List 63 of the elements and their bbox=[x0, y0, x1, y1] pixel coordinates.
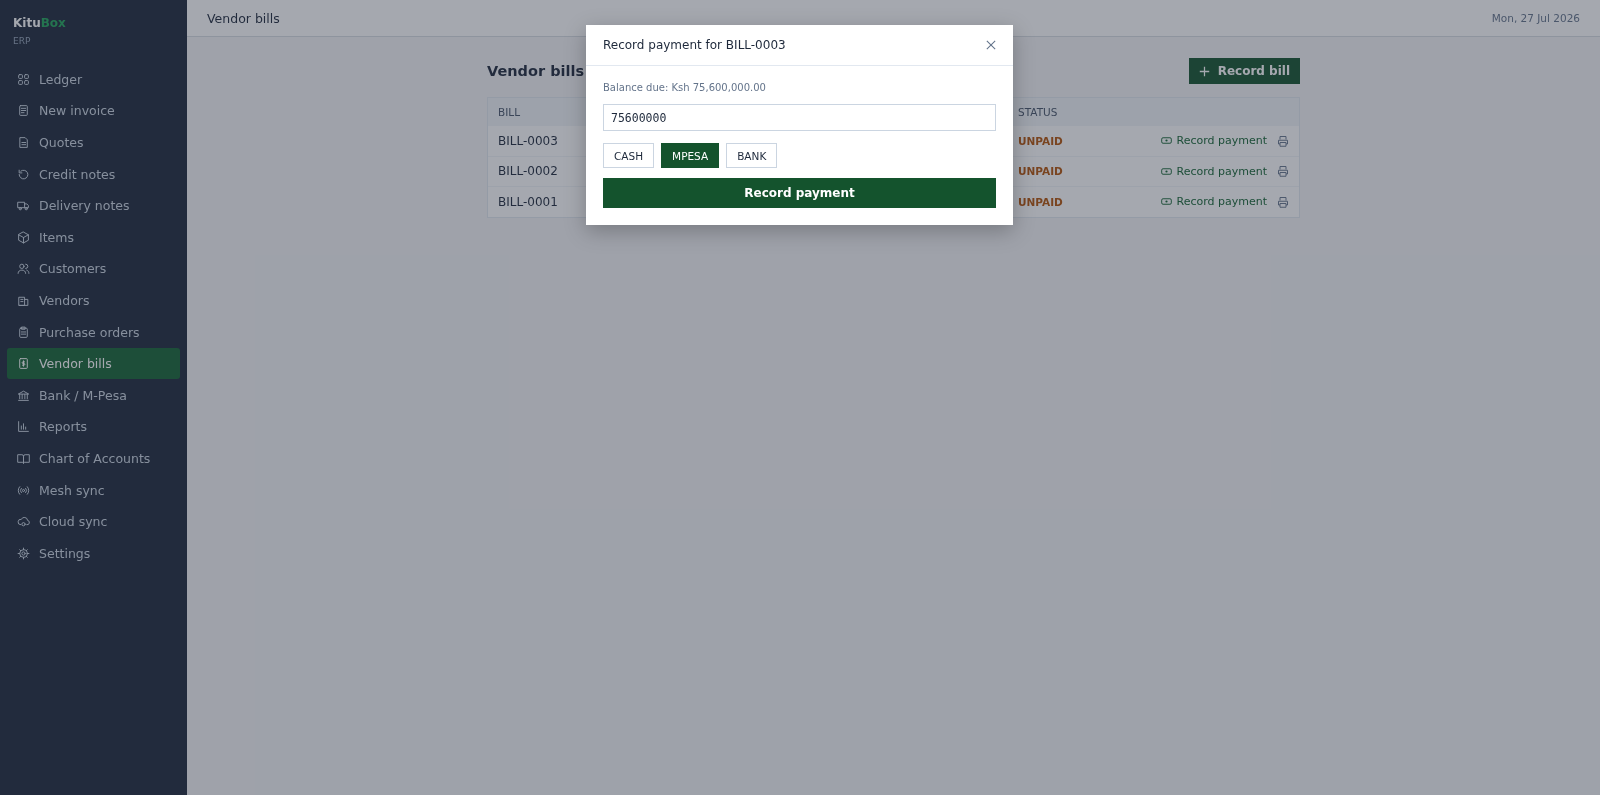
brand-logo: KituBox bbox=[13, 16, 67, 30]
record-payment-link[interactable]: Record payment bbox=[1161, 195, 1267, 209]
sidebar-item[interactable]: Mesh sync bbox=[7, 474, 180, 506]
grid-icon bbox=[17, 72, 30, 86]
column-header: STATUS bbox=[1018, 105, 1058, 118]
signal-icon bbox=[17, 483, 30, 497]
file-icon bbox=[17, 136, 30, 149]
settings-icon bbox=[17, 546, 30, 560]
printer-icon[interactable] bbox=[1277, 134, 1289, 147]
sidebar-item[interactable]: Reports bbox=[7, 411, 180, 443]
plus-icon bbox=[1198, 65, 1210, 77]
sidebar-item[interactable]: Bank / M-Pesa bbox=[7, 379, 180, 411]
table-cell: BILL-0003 bbox=[498, 133, 558, 148]
sidebar-item[interactable]: Chart of Accounts bbox=[7, 443, 180, 474]
printer-icon[interactable] bbox=[1277, 196, 1289, 208]
sidebar-item[interactable]: Credit notes bbox=[7, 158, 180, 190]
sidebar-item[interactable]: Quotes bbox=[7, 127, 180, 158]
brand-subtitle: ERP bbox=[13, 36, 32, 46]
printer-icon[interactable] bbox=[1277, 165, 1289, 178]
balance-due-text: Balance due: Ksh 75,600,000.00 bbox=[603, 82, 767, 93]
status-label: UNPAID bbox=[1018, 165, 1063, 178]
box-icon bbox=[17, 230, 30, 244]
sidebar-item[interactable]: Vendor bills bbox=[7, 348, 180, 379]
cash-icon bbox=[1161, 136, 1173, 146]
clipboard-icon bbox=[17, 325, 30, 339]
rotate-icon bbox=[17, 167, 30, 181]
dialog-title: Record payment for BILL-0003 bbox=[603, 38, 786, 52]
close-icon[interactable] bbox=[986, 40, 996, 50]
record-payment-link[interactable]: Record payment bbox=[1161, 164, 1267, 178]
payment-method-option[interactable]: CASH bbox=[603, 143, 655, 168]
payment-method-option[interactable]: MPESA bbox=[661, 143, 720, 168]
page-title: Vendor bills bbox=[487, 63, 585, 79]
record-payment-button[interactable]: Record payment bbox=[603, 178, 996, 208]
sidebar-item[interactable]: Purchase orders bbox=[7, 316, 180, 348]
amount-field[interactable]: 75600000 bbox=[603, 104, 996, 131]
bank-icon bbox=[17, 388, 30, 402]
status-label: UNPAID bbox=[1018, 196, 1063, 208]
cash-icon bbox=[1161, 197, 1173, 207]
status-label: UNPAID bbox=[1018, 134, 1063, 147]
table-cell: BILL-0001 bbox=[498, 195, 558, 209]
bar-chart-icon bbox=[17, 420, 30, 434]
sidebar-item[interactable]: Settings bbox=[7, 537, 180, 569]
sidebar-item[interactable]: Customers bbox=[7, 253, 180, 285]
sidebar-item[interactable]: Vendors bbox=[7, 285, 180, 316]
sidebar-item[interactable]: Delivery notes bbox=[7, 190, 180, 221]
record-bill-button[interactable]: Record bill bbox=[1188, 58, 1300, 84]
document-icon bbox=[17, 104, 30, 118]
sidebar-item[interactable]: New invoice bbox=[7, 95, 180, 127]
date-label: Mon, 27 Jul 2026 bbox=[1491, 12, 1580, 24]
users-icon bbox=[17, 262, 30, 276]
cash-icon bbox=[1161, 166, 1173, 176]
book-icon bbox=[17, 451, 30, 465]
page-header-title: Vendor bills bbox=[207, 10, 280, 26]
truck-icon bbox=[17, 199, 30, 213]
cloud-icon bbox=[17, 515, 30, 529]
payment-method-option[interactable]: BANK bbox=[726, 143, 778, 168]
sidebar-item[interactable]: Items bbox=[7, 221, 180, 253]
column-header: BILL bbox=[498, 105, 520, 118]
sidebar-item[interactable]: Cloud sync bbox=[7, 506, 180, 537]
receipt-icon bbox=[17, 357, 30, 371]
record-payment-link[interactable]: Record payment bbox=[1161, 134, 1267, 148]
sidebar-item[interactable]: Ledger bbox=[7, 64, 180, 95]
table-cell: BILL-0002 bbox=[498, 164, 558, 179]
